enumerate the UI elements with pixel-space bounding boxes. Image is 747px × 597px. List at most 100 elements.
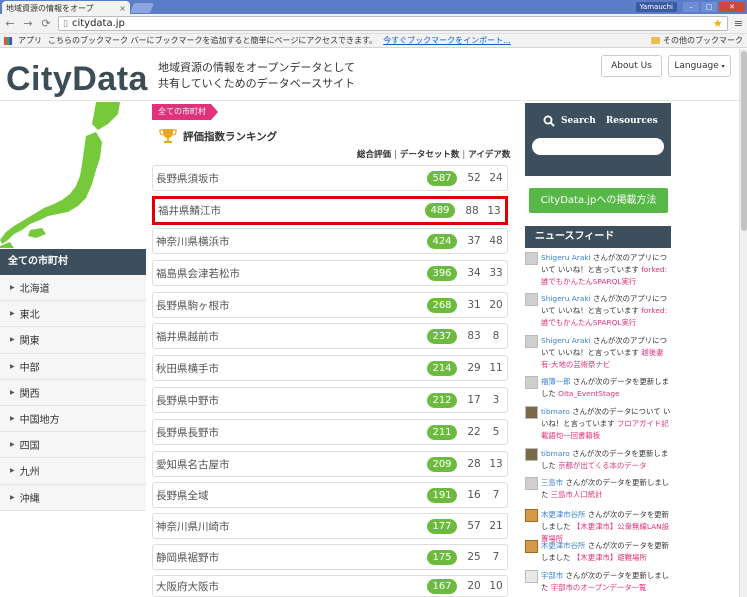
avatar[interactable] — [525, 376, 538, 389]
avatar[interactable] — [525, 509, 538, 522]
ranking-row[interactable]: 長野県中野市 212 17 3 — [152, 387, 508, 413]
browser-menu-icon[interactable]: ≡ — [734, 17, 743, 30]
ranking-row[interactable]: 長野県全域 191 16 7 — [152, 482, 508, 508]
municipality-name[interactable]: 福島県会津若松市 — [156, 266, 427, 281]
ranking-row[interactable]: 神奈川県川崎市 177 57 21 — [152, 513, 508, 539]
sort-datasets-link[interactable]: データセット数 — [400, 150, 460, 160]
bookmarks-apps-label[interactable]: アプリ — [18, 35, 42, 46]
avatar[interactable] — [525, 293, 538, 306]
sidebar-item-okinawa[interactable]: ▶ 沖縄 — [0, 484, 146, 511]
browser-tab[interactable]: 地域資源の情報をオープ × — [2, 1, 130, 15]
ranking-row[interactable]: 静岡県裾野市 175 25 7 — [152, 544, 508, 570]
tab-close-icon[interactable]: × — [119, 4, 126, 13]
municipality-name[interactable]: 長野県須坂市 — [156, 171, 427, 186]
sort-overall-link[interactable]: 総合評価 — [357, 150, 391, 160]
avatar[interactable] — [525, 406, 538, 419]
municipality-name[interactable]: 静岡県裾野市 — [156, 550, 427, 565]
sidebar-item-chubu[interactable]: ▶ 中部 — [0, 353, 146, 380]
dataset-count: 37 — [467, 235, 481, 247]
maximize-icon[interactable]: □ — [701, 1, 717, 12]
news-user-link[interactable]: Shigeru Araki — [541, 253, 591, 262]
municipality-name[interactable]: 長野県長野市 — [156, 425, 427, 440]
all-municipalities-tab[interactable]: 全ての市町村 — [152, 104, 218, 120]
caret-right-icon: ▶ — [10, 284, 15, 292]
bookmarks-import-link[interactable]: 今すぐブックマークをインポート... — [383, 35, 511, 46]
forward-icon[interactable]: → — [22, 17, 34, 30]
news-target-link[interactable]: 京都が出てくる本のデータ — [558, 461, 646, 470]
bookmarks-hint: こちらのブックマーク バーにブックマークを追加すると簡単にページにアクセスできま… — [48, 36, 378, 45]
sidebar-item-label: 関西 — [19, 388, 40, 400]
ranking-row[interactable]: 福島県会津若松市 396 34 33 — [152, 260, 508, 286]
news-user-link[interactable]: tibmaro — [541, 407, 570, 416]
news-user-link[interactable]: 三島市 — [541, 478, 563, 487]
municipality-name[interactable]: 福井県鯖江市 — [158, 203, 425, 218]
news-user-link[interactable]: tibmaro — [541, 449, 570, 458]
reload-icon[interactable]: ⟳ — [40, 17, 52, 30]
municipality-name[interactable]: 秋田県横手市 — [156, 361, 427, 376]
ranking-row[interactable]: 秋田県横手市 214 29 11 — [152, 355, 508, 381]
news-user-link[interactable]: 福簿一郎 — [541, 377, 571, 386]
ranking-row-highlighted[interactable]: 福井県鯖江市 489 88 13 — [152, 196, 508, 225]
news-target-link[interactable]: 三島市人口統計 — [551, 490, 603, 499]
municipality-name[interactable]: 愛知県名古屋市 — [156, 457, 427, 472]
sidebar-item-kyushu[interactable]: ▶ 九州 — [0, 458, 146, 485]
minimize-icon[interactable]: – — [683, 1, 699, 12]
ranking-row[interactable]: 長野県須坂市 587 52 24 — [152, 165, 508, 191]
municipality-name[interactable]: 神奈川県横浜市 — [156, 234, 427, 249]
publish-guide-button[interactable]: CityData.jpへの掲載方法 — [529, 188, 668, 213]
sidebar-title[interactable]: 全ての市町村 — [0, 249, 146, 275]
sidebar-item-kansai[interactable]: ▶ 関西 — [0, 379, 146, 406]
address-bar[interactable]: ▯ citydata.jp ★ — [58, 16, 728, 31]
back-icon[interactable]: ← — [4, 17, 16, 30]
avatar[interactable] — [525, 335, 538, 348]
sidebar-item-shikoku[interactable]: ▶ 四国 — [0, 432, 146, 459]
avatar[interactable] — [525, 570, 538, 583]
avatar[interactable] — [525, 540, 538, 553]
bookmark-star-icon[interactable]: ★ — [713, 17, 723, 30]
municipality-name[interactable]: 大阪府大阪市 — [156, 579, 427, 594]
news-target-link[interactable]: 宇部市のオープンデータ一覧 — [551, 583, 647, 592]
ranking-row[interactable]: 長野県駒ヶ根市 268 31 20 — [152, 292, 508, 318]
municipality-name[interactable]: 福井県越前市 — [156, 329, 427, 344]
other-bookmarks[interactable]: その他のブックマーク — [651, 35, 743, 46]
avatar[interactable] — [525, 448, 538, 461]
news-user-link[interactable]: Shigeru Araki — [541, 336, 591, 345]
ranking-row[interactable]: 愛知県名古屋市 209 28 13 — [152, 451, 508, 477]
apps-icon[interactable] — [4, 36, 12, 45]
ranking-row[interactable]: 福井県越前市 237 83 8 — [152, 323, 508, 349]
sidebar-item-chugoku[interactable]: ▶ 中国地方 — [0, 405, 146, 433]
municipality-name[interactable]: 長野県全域 — [156, 488, 427, 503]
news-user-link[interactable]: 宇部市 — [541, 571, 563, 580]
idea-count: 11 — [489, 362, 503, 374]
new-tab-button[interactable] — [130, 3, 154, 13]
news-user-link[interactable]: 木更津市谷所 — [541, 541, 585, 550]
japan-map[interactable] — [0, 102, 145, 248]
site-logo[interactable]: CityData — [6, 60, 148, 99]
user-badge[interactable]: Yamauchi — [635, 1, 677, 12]
municipality-name[interactable]: 長野県中野市 — [156, 393, 427, 408]
avatar[interactable] — [525, 252, 538, 265]
municipality-name[interactable]: 長野県駒ヶ根市 — [156, 298, 427, 313]
news-user-link[interactable]: Shigeru Araki — [541, 294, 591, 303]
tagline-line1: 地域資源の情報をオープンデータとして — [158, 61, 356, 74]
ranking-row[interactable]: 神奈川県横浜市 424 37 48 — [152, 228, 508, 254]
sidebar-item-tohoku[interactable]: ▶ 東北 — [0, 301, 146, 328]
ranking-row[interactable]: 長野県長野市 211 22 5 — [152, 419, 508, 445]
page-scrollbar[interactable] — [739, 49, 747, 597]
close-icon[interactable]: ✕ — [719, 1, 745, 12]
news-user-link[interactable]: 木更津市谷所 — [541, 510, 585, 519]
sidebar-item-kanto[interactable]: ▶ 関東 — [0, 327, 146, 354]
ranking-row[interactable]: 大阪府大阪市 167 20 10 — [152, 575, 508, 597]
sort-ideas-link[interactable]: アイデア数 — [468, 150, 510, 160]
sidebar-item-hokkaido[interactable]: ▶ 北海道 — [0, 275, 146, 302]
score-badge: 237 — [427, 328, 457, 344]
municipality-name[interactable]: 神奈川県川崎市 — [156, 519, 427, 534]
news-target-link[interactable]: 【木更津市】避難場所 — [573, 553, 647, 562]
scrollbar-thumb[interactable] — [741, 51, 747, 231]
url-text[interactable]: citydata.jp — [72, 18, 709, 29]
language-dropdown[interactable]: Language ▾ — [668, 55, 731, 77]
avatar[interactable] — [525, 477, 538, 490]
resource-search-input[interactable] — [532, 138, 664, 155]
about-us-button[interactable]: About Us — [601, 55, 662, 77]
news-target-link[interactable]: Oita_EventStage — [558, 389, 620, 398]
